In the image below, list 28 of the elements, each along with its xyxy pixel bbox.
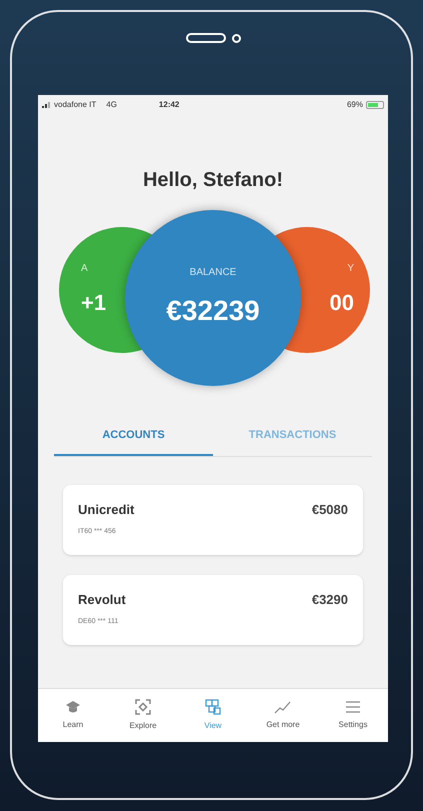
trend-line-icon xyxy=(274,700,292,714)
account-name: Unicredit xyxy=(78,500,134,518)
circle-label: BALANCE xyxy=(190,266,236,280)
circle-label: A xyxy=(81,262,88,276)
circle-value: €32239 xyxy=(166,294,260,328)
carrier-name: vodafone IT xyxy=(54,99,96,111)
nav-tab[interactable]: Learn xyxy=(38,700,108,731)
tab[interactable]: ACCOUNTS xyxy=(54,417,213,456)
circle-value: 00 xyxy=(330,289,354,317)
circle-label: Y xyxy=(347,262,354,276)
scan-icon xyxy=(135,699,151,715)
network-type: 4G xyxy=(106,99,117,111)
speaker-icon xyxy=(186,33,226,43)
account-name: Revolut xyxy=(78,590,126,608)
grid-icon xyxy=(205,699,221,715)
battery-percent: 69% xyxy=(346,99,363,111)
nav-tab[interactable]: Settings xyxy=(318,700,388,731)
nav-tab[interactable]: Explore xyxy=(108,699,178,732)
greeting-title: Hello, Stefano! xyxy=(142,168,284,193)
nav-tab[interactable]: Get more xyxy=(248,700,318,731)
account-amount: €3290 xyxy=(312,590,348,608)
camera-icon xyxy=(232,34,241,43)
circle-value: +1 xyxy=(81,289,106,317)
signal-icon xyxy=(42,102,52,108)
battery-icon xyxy=(366,101,384,109)
clock: 12:42 xyxy=(158,99,180,111)
account-amount: €5080 xyxy=(312,500,348,518)
graduation-cap-icon xyxy=(65,700,81,714)
